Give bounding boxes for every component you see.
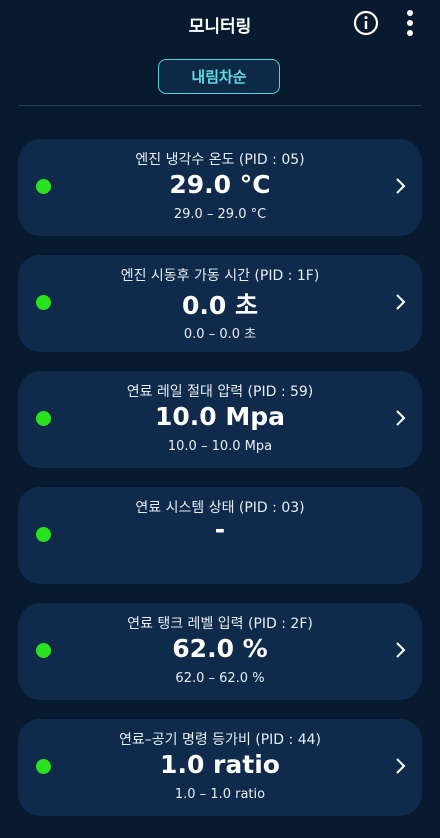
chevron-right-icon [396, 178, 406, 194]
sensor-name: 엔진 시동후 가동 시간 (PID : 1F) [120, 268, 320, 284]
divider [18, 105, 422, 106]
sensor-card[interactable]: 연료 레일 절대 압력 (PID : 59) 10.0 Mpa 10.0 – 1… [18, 371, 422, 468]
chevron-right-icon [396, 758, 406, 774]
info-icon [353, 10, 379, 36]
sensor-card[interactable]: 연료–공기 명령 등가비 (PID : 44) 1.0 ratio 1.0 – … [18, 719, 422, 816]
sensor-value: - [214, 515, 226, 544]
sensor-value: 62.0 % [172, 634, 268, 663]
sensor-card[interactable]: 연료 시스템 상태 (PID : 03) - [18, 487, 422, 584]
sensor-name: 연료 레일 절대 압력 (PID : 59) [126, 384, 314, 400]
sensor-name: 연료 시스템 상태 (PID : 03) [135, 500, 305, 516]
sensor-range: 10.0 – 10.0 Mpa [167, 439, 273, 454]
sensor-name: 엔진 냉각수 온도 (PID : 05) [135, 152, 305, 168]
sensor-value: 29.0 °C [169, 170, 271, 199]
sensor-card[interactable]: 엔진 시동후 가동 시간 (PID : 1F) 0.0 초 0.0 – 0.0 … [18, 255, 422, 352]
more-menu-button[interactable] [398, 8, 422, 38]
sensor-range: 0.0 – 0.0 초 [183, 327, 257, 342]
chevron-right-icon [396, 294, 406, 310]
sensor-value: 1.0 ratio [160, 750, 280, 779]
info-button[interactable] [353, 10, 379, 36]
chevron-right-icon [396, 410, 406, 426]
sensor-card[interactable]: 연료 탱크 레벨 입력 (PID : 2F) 62.0 % 62.0 – 62.… [18, 603, 422, 700]
sensor-value: 10.0 Mpa [154, 402, 286, 431]
sensor-name: 연료 탱크 레벨 입력 (PID : 2F) [127, 616, 313, 632]
sensor-range: 62.0 – 62.0 % [175, 671, 265, 686]
sensor-name: 연료–공기 명령 등가비 (PID : 44) [119, 732, 321, 748]
sensor-range: 29.0 – 29.0 °C [173, 207, 267, 222]
sensor-value: 0.0 초 [182, 291, 258, 320]
sensor-card[interactable]: 엔진 냉각수 온도 (PID : 05) 29.0 °C 29.0 – 29.0… [18, 139, 422, 236]
sensor-range: 1.0 – 1.0 ratio [174, 787, 266, 802]
chevron-right-icon [396, 642, 406, 658]
sort-descending-button[interactable]: 내림차순 [158, 59, 280, 94]
app-bar: 모니터링 [0, 0, 440, 50]
more-vert-icon [407, 10, 413, 36]
